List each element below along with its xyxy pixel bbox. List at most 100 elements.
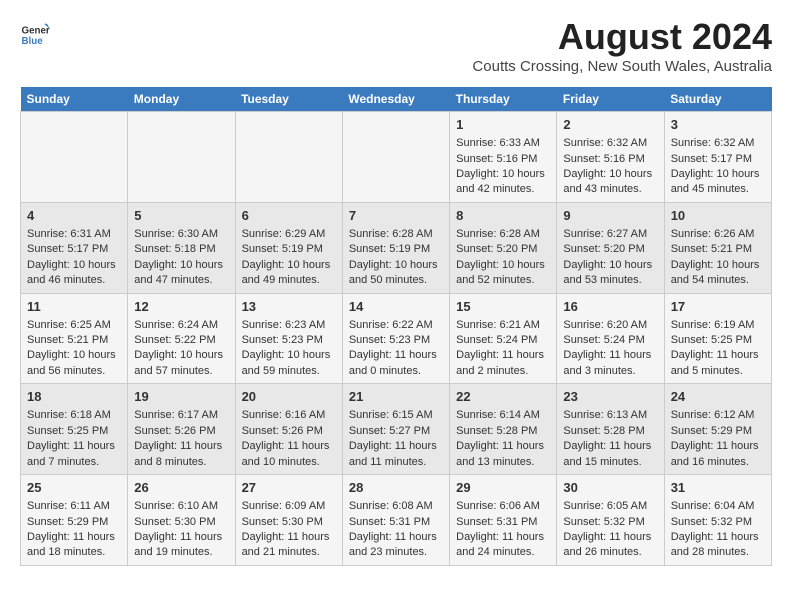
day-info: Sunset: 5:18 PM	[134, 242, 228, 257]
day-info: and 50 minutes.	[349, 273, 443, 288]
day-info: Sunrise: 6:04 AM	[671, 499, 765, 514]
day-number: 24	[671, 388, 765, 406]
day-info: Daylight: 10 hours	[671, 167, 765, 182]
day-number: 26	[134, 479, 228, 497]
day-info: and 21 minutes.	[242, 545, 336, 560]
day-number: 28	[349, 479, 443, 497]
day-number: 5	[134, 207, 228, 225]
day-info: Daylight: 11 hours	[242, 439, 336, 454]
day-number: 6	[242, 207, 336, 225]
day-number: 20	[242, 388, 336, 406]
day-info: and 26 minutes.	[563, 545, 657, 560]
day-number: 12	[134, 298, 228, 316]
day-number: 14	[349, 298, 443, 316]
day-info: Sunrise: 6:28 AM	[349, 227, 443, 242]
day-info: Sunset: 5:30 PM	[134, 515, 228, 530]
day-info: Sunset: 5:23 PM	[242, 333, 336, 348]
day-info: Sunset: 5:28 PM	[456, 424, 550, 439]
day-info: Daylight: 10 hours	[242, 348, 336, 363]
day-info: Sunset: 5:22 PM	[134, 333, 228, 348]
day-number: 21	[349, 388, 443, 406]
weekday-header-sunday: Sunday	[21, 87, 128, 112]
calendar-table: SundayMondayTuesdayWednesdayThursdayFrid…	[20, 87, 772, 566]
day-info: Sunrise: 6:14 AM	[456, 408, 550, 423]
day-info: Daylight: 10 hours	[134, 348, 228, 363]
day-info: Sunset: 5:24 PM	[563, 333, 657, 348]
weekday-header-monday: Monday	[128, 87, 235, 112]
calendar-week-5: 25Sunrise: 6:11 AMSunset: 5:29 PMDayligh…	[21, 475, 772, 566]
calendar-cell: 16Sunrise: 6:20 AMSunset: 5:24 PMDayligh…	[557, 293, 664, 384]
day-info: Sunrise: 6:30 AM	[134, 227, 228, 242]
calendar-cell: 21 Sunrise: 6:15 AMSunset: 5:27 PMDayligh…	[342, 384, 449, 475]
day-info: Daylight: 11 hours	[456, 348, 550, 363]
day-info: and 11 minutes.	[349, 455, 443, 470]
calendar-cell: 6Sunrise: 6:29 AMSunset: 5:19 PMDaylight…	[235, 202, 342, 293]
day-info: Sunset: 5:30 PM	[242, 515, 336, 530]
day-number: 18	[27, 388, 121, 406]
day-info: Sunrise: 6:29 AM	[242, 227, 336, 242]
day-info: Sunset: 5:25 PM	[27, 424, 121, 439]
day-info: Sunrise: 6:15 AM	[349, 408, 443, 423]
day-info: Sunrise: 6:24 AM	[134, 318, 228, 333]
day-info: Daylight: 11 hours	[27, 439, 121, 454]
calendar-week-2: 4Sunrise: 6:31 AMSunset: 5:17 PMDaylight…	[21, 202, 772, 293]
calendar-cell: 5 Sunrise: 6:30 AMSunset: 5:18 PMDaylight…	[128, 202, 235, 293]
day-info: and 53 minutes.	[563, 273, 657, 288]
day-info: Sunset: 5:27 PM	[349, 424, 443, 439]
calendar-cell: 29Sunrise: 6:06 AMSunset: 5:31 PMDayligh…	[450, 475, 557, 566]
day-info: Sunset: 5:26 PM	[134, 424, 228, 439]
day-info: Sunrise: 6:09 AM	[242, 499, 336, 514]
day-info: Daylight: 10 hours	[563, 167, 657, 182]
day-number: 7	[349, 207, 443, 225]
day-info: Daylight: 11 hours	[456, 439, 550, 454]
day-info: Sunset: 5:17 PM	[27, 242, 121, 257]
calendar-cell: 8Sunrise: 6:28 AMSunset: 5:20 PMDaylight…	[450, 202, 557, 293]
day-info: and 47 minutes.	[134, 273, 228, 288]
calendar-cell: 15Sunrise: 6:21 AMSunset: 5:24 PMDayligh…	[450, 293, 557, 384]
day-number: 17	[671, 298, 765, 316]
day-info: Sunset: 5:20 PM	[456, 242, 550, 257]
day-info: and 7 minutes.	[27, 455, 121, 470]
day-info: Sunset: 5:19 PM	[349, 242, 443, 257]
calendar-cell: 23Sunrise: 6:13 AMSunset: 5:28 PMDayligh…	[557, 384, 664, 475]
calendar-week-1: 1Sunrise: 6:33 AMSunset: 5:16 PMDaylight…	[21, 112, 772, 203]
day-number: 29	[456, 479, 550, 497]
day-info: Sunset: 5:21 PM	[671, 242, 765, 257]
day-info: Sunrise: 6:12 AM	[671, 408, 765, 423]
day-info: and 45 minutes.	[671, 182, 765, 197]
calendar-week-3: 11Sunrise: 6:25 AMSunset: 5:21 PMDayligh…	[21, 293, 772, 384]
day-info: and 2 minutes.	[456, 364, 550, 379]
day-info: Daylight: 11 hours	[349, 348, 443, 363]
weekday-header-row: SundayMondayTuesdayWednesdayThursdayFrid…	[21, 87, 772, 112]
day-info: Daylight: 11 hours	[349, 439, 443, 454]
day-info: Sunset: 5:28 PM	[563, 424, 657, 439]
weekday-header-friday: Friday	[557, 87, 664, 112]
day-info: Daylight: 10 hours	[456, 258, 550, 273]
weekday-header-saturday: Saturday	[664, 87, 771, 112]
day-info: and 57 minutes.	[134, 364, 228, 379]
day-number: 11	[27, 298, 121, 316]
day-info: Daylight: 11 hours	[671, 439, 765, 454]
day-info: and 24 minutes.	[456, 545, 550, 560]
day-number: 2	[563, 116, 657, 134]
calendar-cell: 30Sunrise: 6:05 AMSunset: 5:32 PMDayligh…	[557, 475, 664, 566]
calendar-cell: 2Sunrise: 6:32 AMSunset: 5:16 PMDaylight…	[557, 112, 664, 203]
calendar-cell	[128, 112, 235, 203]
day-info: Daylight: 10 hours	[134, 258, 228, 273]
day-info: Sunrise: 6:33 AM	[456, 136, 550, 151]
day-info: Daylight: 10 hours	[671, 258, 765, 273]
day-info: and 10 minutes.	[242, 455, 336, 470]
day-number: 23	[563, 388, 657, 406]
day-number: 19	[134, 388, 228, 406]
day-number: 16	[563, 298, 657, 316]
day-info: Sunset: 5:29 PM	[671, 424, 765, 439]
day-info: Sunrise: 6:20 AM	[563, 318, 657, 333]
calendar-cell: 28Sunrise: 6:08 AMSunset: 5:31 PMDayligh…	[342, 475, 449, 566]
day-info: Daylight: 11 hours	[242, 530, 336, 545]
day-info: Daylight: 10 hours	[27, 348, 121, 363]
day-info: Sunrise: 6:32 AM	[563, 136, 657, 151]
day-info: Daylight: 10 hours	[242, 258, 336, 273]
day-info: Daylight: 11 hours	[456, 530, 550, 545]
weekday-header-tuesday: Tuesday	[235, 87, 342, 112]
day-info: Sunrise: 6:18 AM	[27, 408, 121, 423]
